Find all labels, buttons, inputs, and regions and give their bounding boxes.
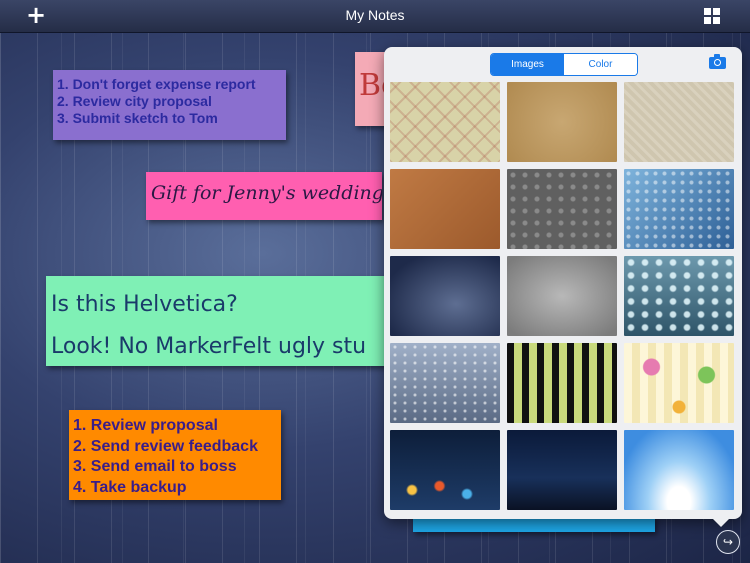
background-tile-gray-blur[interactable] — [507, 256, 617, 336]
note-line: Is this Helvetica? — [51, 292, 238, 317]
top-bar: + My Notes — [0, 0, 750, 33]
background-tile-gray-ornament[interactable] — [507, 169, 617, 249]
background-tile-night-sky[interactable] — [507, 430, 617, 510]
note-line: 2. Review city proposal — [57, 93, 212, 109]
note-line: 3. Send email to boss — [73, 458, 237, 475]
note-line: 3. Submit sketch to Tom — [57, 110, 218, 126]
note-helvetica[interactable]: Is this Helvetica? Look! No MarkerFelt u… — [46, 276, 391, 366]
note-line: 4. Take backup — [73, 478, 187, 496]
tab-color[interactable]: Color — [564, 54, 637, 75]
note-review-tasks[interactable]: 1. Review proposal 2. Send review feedba… — [69, 410, 281, 500]
background-tile-dark-bokeh[interactable] — [390, 256, 500, 336]
grid-icon-cell — [704, 8, 711, 15]
background-tile-stripes[interactable] — [507, 343, 617, 423]
background-tile-blue-droplets[interactable] — [624, 169, 734, 249]
grid-icon-cell — [704, 17, 711, 24]
tab-images[interactable]: Images — [491, 54, 564, 75]
camera-icon[interactable] — [709, 54, 726, 69]
note-line: 2. Send review feedback — [73, 437, 258, 455]
share-button[interactable]: ↪ — [716, 530, 740, 554]
app-title: My Notes — [345, 7, 405, 23]
note-gift[interactable]: Gift for Jenny's wedding. — [146, 172, 382, 220]
background-tile-teddy-bears[interactable] — [624, 343, 734, 423]
grid-icon-cell — [713, 17, 720, 24]
note-todo-list[interactable]: 1. Don't forget expense report 2. Review… — [53, 70, 286, 140]
picker-segmented-control: Images Color — [490, 53, 638, 76]
note-line: 1. Don't forget expense report — [57, 76, 256, 92]
grid-icon[interactable] — [704, 8, 720, 24]
background-tile-water-drops[interactable] — [624, 256, 734, 336]
popover-arrow — [712, 518, 730, 527]
share-icon: ↪ — [722, 535, 734, 549]
background-tile-damask[interactable] — [624, 82, 734, 162]
grid-icon-cell — [713, 8, 720, 15]
note-line: 1. Review proposal — [73, 417, 218, 434]
background-picker-popover: Images Color — [384, 47, 742, 519]
background-tile-christmas-pattern[interactable] — [390, 82, 500, 162]
background-tile-city-lights[interactable] — [390, 430, 500, 510]
background-tile-cork[interactable] — [390, 169, 500, 249]
background-tile-rainy-glass[interactable] — [390, 343, 500, 423]
image-grid — [390, 82, 734, 510]
note-line: Look! No MarkerFelt ugly stu — [51, 334, 367, 359]
background-tile-parchment[interactable] — [507, 82, 617, 162]
note-line: Gift for Jenny's wedding. — [151, 182, 382, 204]
background-tile-sunburst-sky[interactable] — [624, 430, 734, 510]
